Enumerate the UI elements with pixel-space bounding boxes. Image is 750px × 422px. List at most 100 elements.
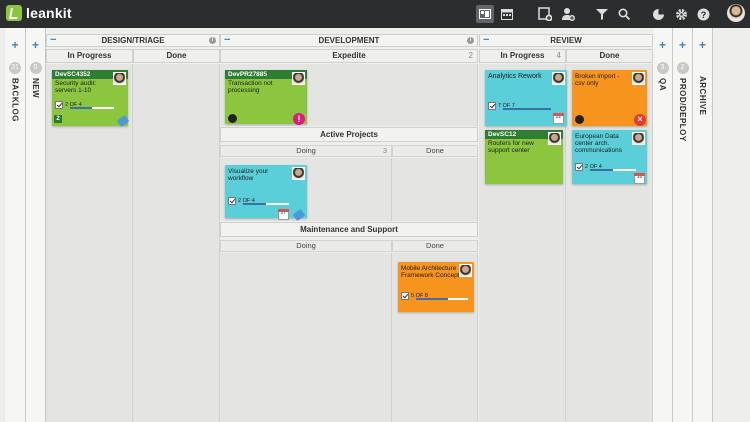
qa-lane[interactable]: + 3 QA (653, 28, 673, 422)
maint-doing-label: Doing (296, 241, 316, 250)
qa-title: QA (658, 78, 667, 91)
card-mobile-architecture[interactable]: Mobile Architecture Framework Concept 5 … (398, 262, 474, 312)
progress-bar-fill (242, 203, 266, 205)
review-in-progress-count: 4 (556, 51, 561, 60)
task-progress[interactable]: 2 OF 4 (228, 197, 289, 205)
card-title: Security audit: servers 1-10 (55, 80, 97, 94)
active-done-header[interactable]: Done (392, 145, 478, 157)
prod-deploy-title: PROD/DEPLOY (678, 78, 687, 142)
blocked-icon[interactable]: × (634, 114, 646, 126)
review-done-label: Done (599, 51, 620, 60)
progress-bar (415, 298, 468, 300)
card-analytics-rework[interactable]: Analytics Rework 7 OF 7 22 (485, 70, 567, 126)
new-title: NEW (31, 78, 40, 99)
info-icon[interactable]: i (467, 37, 474, 44)
card-broken-import[interactable]: Broken import - csv only × (572, 70, 647, 126)
add-card-icon[interactable] (536, 5, 554, 23)
card-european-datacenter[interactable]: European Data center arch. communication… (572, 130, 647, 184)
card-title: Broken import - csv only (575, 73, 620, 87)
maintenance-support-label: Maintenance and Support (300, 225, 398, 234)
design-done-header[interactable]: Done (133, 49, 220, 63)
review-header[interactable]: − REVIEW (479, 34, 653, 47)
assignee-avatar[interactable] (292, 167, 305, 180)
expedite-label: Expedite (332, 51, 366, 60)
backlog-lane[interactable]: + 31 BACKLOG (5, 28, 26, 422)
help-icon[interactable]: ? (694, 5, 712, 23)
checkbox-icon (488, 102, 496, 110)
activity-icon[interactable] (649, 5, 667, 23)
task-progress[interactable]: 2 OF 4 (55, 101, 114, 109)
card-devsc4352[interactable]: DevSC4352 Security audit: servers 1-10 2… (52, 70, 130, 128)
add-card-plus-icon[interactable]: + (32, 38, 39, 52)
assignee-avatar[interactable] (459, 264, 472, 277)
board-view-icon[interactable] (476, 5, 494, 23)
collapse-icon[interactable]: − (224, 35, 230, 46)
task-progress[interactable]: 5 OF 8 (401, 292, 468, 300)
brand-name: leankit (26, 5, 72, 21)
design-done-column[interactable] (133, 64, 220, 422)
calendar-icon[interactable] (498, 5, 516, 23)
filter-icon[interactable] (593, 5, 611, 23)
assignee-avatar[interactable] (632, 132, 645, 145)
task-progress[interactable]: 2 OF 4 (575, 163, 636, 171)
card-title: Mobile Architecture Framework Concept (401, 265, 460, 279)
add-card-plus-icon[interactable]: + (679, 38, 686, 52)
backlog-title: BACKLOG (10, 78, 20, 122)
progress-bar (69, 107, 114, 109)
design-triage-title: DESIGN/TRIAGE (101, 36, 165, 45)
review-in-progress-header[interactable]: In Progress 4 (479, 49, 566, 63)
card-count-badge: 2 (54, 115, 62, 123)
card-devsc12[interactable]: DevSC12 Routers for new support center (485, 130, 563, 184)
maint-doing-column[interactable] (220, 253, 392, 422)
add-card-plus-icon[interactable]: + (659, 38, 666, 52)
assignee-avatar[interactable] (632, 72, 645, 85)
card-visualize-workflow[interactable]: Visualize your workflow 2 OF 4 27 (225, 165, 307, 222)
card-devpr27885[interactable]: DevPR27885 Transaction not processing ! (225, 70, 307, 125)
prod-deploy-count: 2 (676, 62, 689, 74)
archive-title: ARCHIVE (698, 76, 707, 116)
collapse-icon[interactable]: − (483, 35, 489, 46)
leankit-logo[interactable]: leankit (6, 5, 72, 21)
development-header[interactable]: − DEVELOPMENT i (220, 34, 478, 47)
search-icon[interactable] (615, 5, 633, 23)
maint-done-header[interactable]: Done (392, 240, 478, 252)
settings-icon[interactable] (672, 5, 690, 23)
new-lane[interactable]: + 0 NEW (26, 28, 46, 422)
due-date-icon[interactable]: 16 (634, 173, 645, 184)
active-done-column[interactable] (392, 158, 478, 221)
info-icon[interactable]: i (209, 37, 216, 44)
assignee-avatar[interactable] (113, 72, 126, 85)
assignee-avatar[interactable] (548, 132, 561, 145)
qa-count: 3 (656, 62, 669, 74)
prod-deploy-lane[interactable]: + 2 PROD/DEPLOY (673, 28, 693, 422)
add-card-plus-icon[interactable]: + (699, 38, 706, 52)
expedite-header[interactable]: Expedite 2 (220, 49, 478, 63)
review-done-header[interactable]: Done (566, 49, 653, 63)
review-in-progress-label: In Progress (500, 51, 545, 60)
due-date-icon[interactable]: 22 (553, 113, 564, 124)
add-user-icon[interactable] (559, 5, 577, 23)
design-in-progress-header[interactable]: In Progress (46, 49, 133, 63)
maint-done-label: Done (426, 241, 444, 250)
design-in-progress-label: In Progress (67, 51, 112, 60)
design-triage-header[interactable]: − DESIGN/TRIAGE i (46, 34, 220, 47)
due-date-icon[interactable]: 27 (278, 209, 289, 220)
maintenance-support-header[interactable]: Maintenance and Support (220, 222, 478, 237)
active-projects-header[interactable]: Active Projects (220, 127, 478, 142)
priority-alert-icon[interactable]: ! (293, 113, 305, 125)
bug-icon (575, 115, 584, 124)
active-done-label: Done (426, 146, 444, 155)
collapse-icon[interactable]: − (50, 35, 56, 46)
card-title: Transaction not processing (228, 80, 273, 94)
add-card-plus-icon[interactable]: + (11, 38, 18, 52)
archive-lane[interactable]: + ARCHIVE (693, 28, 713, 422)
tag-icon[interactable] (116, 114, 130, 128)
leankit-logo-icon (6, 5, 22, 21)
maint-doing-header[interactable]: Doing (220, 240, 392, 252)
assignee-avatar[interactable] (552, 72, 565, 85)
active-doing-header[interactable]: Doing 3 (220, 145, 392, 157)
user-avatar[interactable] (727, 4, 745, 22)
assignee-avatar[interactable] (292, 72, 305, 85)
progress-bar-fill (415, 298, 449, 300)
task-progress[interactable]: 7 OF 7 (488, 102, 551, 110)
